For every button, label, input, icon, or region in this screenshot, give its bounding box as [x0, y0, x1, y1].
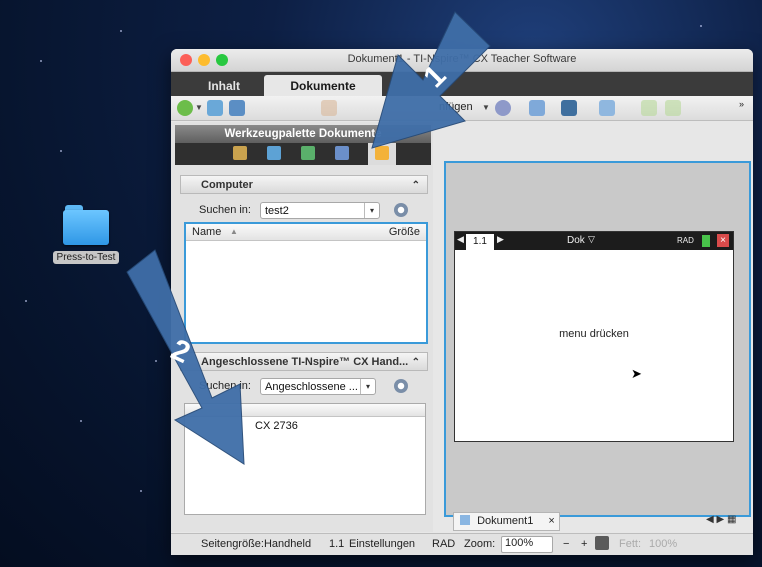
chevron-down-icon[interactable]: ▼ [482, 103, 490, 112]
app-window: Dokument1 - TI-Nspire™ CX Teacher Softwa… [171, 49, 753, 555]
document-tab-label: Dokument1 [477, 515, 534, 527]
desktop-icon-label: Press-to-Test [52, 251, 120, 264]
settings-label[interactable]: Einstellungen [349, 538, 415, 550]
star [25, 300, 27, 302]
page-tab[interactable]: 1.1 [466, 234, 494, 250]
device-icon[interactable] [561, 100, 577, 116]
close-icon[interactable]: × [717, 234, 729, 247]
folder-icon[interactable] [375, 146, 389, 160]
computer-section-title: Computer [201, 179, 253, 191]
palette-title: Werkzeugpalette Dokumente [175, 125, 431, 143]
fett-label: Fett: [619, 538, 642, 550]
emulator-icon[interactable] [301, 146, 315, 160]
tools-icon[interactable] [233, 146, 247, 160]
document-name: Dok [567, 235, 585, 246]
close-tab-icon[interactable]: × [548, 515, 554, 527]
back-icon[interactable] [641, 100, 657, 116]
computer-section-header[interactable]: Computer ⌃ [180, 175, 428, 194]
fett-value[interactable]: 100% [649, 538, 677, 550]
zoom-label: Zoom: [464, 538, 496, 550]
forward-icon[interactable] [665, 100, 681, 116]
chevron-down-icon[interactable]: ▼ [195, 103, 203, 112]
tab-inhalt[interactable]: Inhalt [193, 75, 255, 96]
toolbar-overflow-icon[interactable]: » [739, 99, 744, 109]
sort-icon: ▲ [230, 227, 238, 236]
document-tab[interactable]: Dokument1 × [453, 512, 560, 531]
handheld-section-title: Angeschlossene TI-Nspire™ CX Hand... [201, 356, 409, 368]
file-list-header: Name ▲ Größe [186, 224, 426, 241]
search-in-label: Suchen in: [199, 204, 251, 216]
palette-icon-bar [175, 143, 431, 165]
next-page-icon[interactable]: ▶ [497, 234, 504, 245]
page-size-label: Seitengröße:Handheld [201, 538, 312, 550]
star [155, 360, 157, 362]
zoom-value: 100% [505, 537, 534, 549]
handheld-section-header[interactable]: Angeschlossene TI-Nspire™ CX Hand... ⌃ [180, 352, 428, 371]
desktop-folder-press-to-test[interactable]: Press-to-Test [46, 205, 126, 265]
doc-menu-icon[interactable]: ▽ [588, 234, 595, 245]
star [60, 150, 62, 152]
battery-icon [702, 235, 710, 247]
search-in-label: Suchen in: [199, 380, 251, 392]
star [120, 30, 122, 32]
fit-icon[interactable] [595, 536, 609, 550]
computer-location-select[interactable]: test2 ▾ [260, 202, 380, 219]
star [40, 60, 42, 62]
document-tab-icon [460, 515, 470, 525]
computer-location-value: test2 [265, 205, 289, 217]
save-icon[interactable] [229, 100, 245, 116]
gear-icon[interactable] [394, 203, 408, 217]
open-icon[interactable] [207, 100, 223, 116]
tab-nav-icons[interactable]: ◀ ▶ ▦ [706, 514, 736, 525]
chevron-down-icon: ▾ [364, 203, 379, 218]
back-page-icon[interactable]: ◀ [457, 234, 464, 245]
title-bar: Dokument1 - TI-Nspire™ CX Teacher Softwa… [171, 49, 753, 72]
page-number: 1.1 [329, 538, 345, 550]
star [700, 25, 702, 27]
collapse-icon[interactable]: ⌃ [412, 353, 420, 372]
cut-icon[interactable] [321, 100, 337, 116]
handheld-list-header [185, 404, 425, 417]
star [80, 420, 82, 422]
handheld-list[interactable]: CX 2736 [184, 403, 426, 515]
page-sorter-icon[interactable] [267, 146, 281, 160]
folder-icon [63, 205, 109, 245]
angle-mode: RAD [677, 236, 694, 245]
utilities-icon[interactable] [335, 146, 349, 160]
screenshot-icon[interactable] [529, 100, 545, 116]
gear-icon[interactable] [394, 379, 408, 393]
window-title: Dokument1 - TI-Nspire™ CX Teacher Softwa… [347, 53, 577, 65]
layout-icon[interactable] [599, 100, 615, 116]
zoom-in-button[interactable]: + [581, 538, 587, 550]
tab-dokumente[interactable]: Dokumente [264, 75, 382, 96]
handheld-top-bar: ◀ 1.1 ▶ Dok ▽ RAD × [455, 232, 733, 250]
collapse-icon[interactable]: ⌃ [412, 176, 420, 195]
insert-menu-label[interactable]: nfügen [439, 101, 473, 113]
handheld-location-value: Angeschlossene ... [265, 381, 358, 393]
star [140, 490, 142, 492]
handheld-location-select[interactable]: Angeschlossene ... ▾ [260, 378, 376, 395]
zoom-select[interactable]: 100% [501, 536, 553, 553]
main-tabbar: Inhalt Dokumente [171, 72, 753, 96]
status-bar: Seitengröße:Handheld 1.1 Einstellungen R… [171, 533, 753, 555]
mode-label[interactable]: RAD [432, 538, 455, 550]
main-toolbar: ▼ nfügen ▼ » [171, 96, 753, 121]
vernier-icon[interactable] [495, 100, 511, 116]
handheld-device-item[interactable]: CX 2736 [185, 417, 425, 432]
document-toolbox: Werkzeugpalette Dokumente Computer ⌃ Suc… [171, 122, 433, 532]
menu-hint: menu drücken [559, 328, 629, 340]
chevron-down-icon: ▾ [360, 379, 375, 394]
handheld-screen[interactable]: ◀ 1.1 ▶ Dok ▽ RAD × menu drücken ➤ [454, 231, 734, 442]
size-column-header[interactable]: Größe [389, 226, 420, 238]
computer-file-list[interactable]: Name ▲ Größe [184, 222, 428, 344]
mouse-cursor-icon: ➤ [631, 366, 642, 381]
name-column-header[interactable]: Name [192, 226, 221, 238]
new-document-icon[interactable] [177, 100, 193, 116]
zoom-out-button[interactable]: − [563, 538, 569, 550]
